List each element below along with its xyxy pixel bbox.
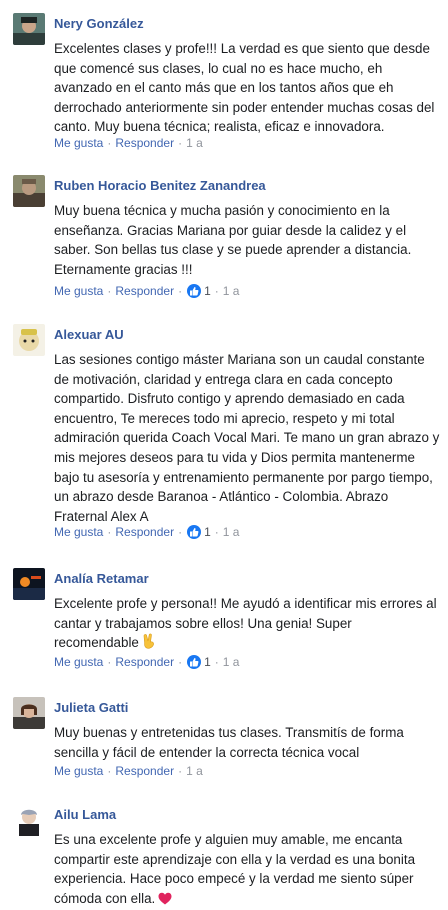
- comment-text: Es una excelente profe y alguien muy ama…: [54, 830, 440, 910]
- author-name[interactable]: Alexuar AU: [54, 327, 124, 342]
- separator: ·: [107, 284, 112, 298]
- like-link[interactable]: Me gusta: [54, 284, 103, 298]
- separator: ·: [214, 525, 219, 539]
- like-link[interactable]: Me gusta: [54, 655, 103, 669]
- separator: ·: [178, 136, 183, 150]
- reply-link[interactable]: Responder: [115, 655, 174, 669]
- reply-link[interactable]: Responder: [115, 764, 174, 778]
- avatar[interactable]: [13, 324, 45, 356]
- reaction-count[interactable]: 1: [204, 525, 211, 539]
- comment-text-content: Excelente profe y persona!! Me ayudó a i…: [54, 596, 437, 651]
- separator: ·: [178, 655, 183, 669]
- author-name[interactable]: Julieta Gatti: [54, 700, 128, 715]
- author-name[interactable]: Nery González: [54, 16, 144, 31]
- victory-hand-icon: [142, 633, 156, 655]
- comment-actions: Me gusta · Responder · 1 a: [54, 136, 203, 150]
- comment-actions: Me gusta · Responder · 1 · 1 a: [54, 284, 239, 298]
- separator: ·: [214, 284, 219, 298]
- comment-actions: Me gusta · Responder · 1 a: [54, 764, 203, 778]
- like-link[interactable]: Me gusta: [54, 764, 103, 778]
- reply-link[interactable]: Responder: [115, 284, 174, 298]
- author-name[interactable]: Analía Retamar: [54, 571, 149, 586]
- author-name[interactable]: Ailu Lama: [54, 807, 116, 822]
- avatar[interactable]: [13, 804, 45, 836]
- comment-text-content: Es una excelente profe y alguien muy ama…: [54, 832, 416, 906]
- comment-text: Muy buenas y entretenidas tus clases. Tr…: [54, 725, 404, 760]
- author-name[interactable]: Ruben Horacio Benitez Zanandrea: [54, 178, 266, 193]
- separator: ·: [107, 136, 112, 150]
- separator: ·: [178, 764, 183, 778]
- reply-link[interactable]: Responder: [115, 525, 174, 539]
- reply-link[interactable]: Responder: [115, 136, 174, 150]
- avatar[interactable]: [13, 13, 45, 45]
- reaction-count[interactable]: 1: [204, 284, 211, 298]
- comment-text: Muy buena técnica y mucha pasión y conoc…: [54, 203, 412, 277]
- separator: ·: [107, 525, 112, 539]
- timestamp[interactable]: 1 a: [186, 764, 203, 778]
- comment-actions: Me gusta · Responder · 1 · 1 a: [54, 655, 239, 669]
- thumbs-up-icon[interactable]: [187, 525, 202, 539]
- avatar[interactable]: [13, 697, 45, 729]
- thumbs-up-icon[interactable]: [187, 284, 202, 298]
- heart-icon: [158, 891, 172, 910]
- comment-actions: Me gusta · Responder · 1 · 1 a: [54, 525, 239, 539]
- comment-text: Excelente profe y persona!! Me ayudó a i…: [54, 594, 440, 655]
- separator: ·: [107, 764, 112, 778]
- timestamp[interactable]: 1 a: [186, 136, 203, 150]
- reaction-count[interactable]: 1: [204, 655, 211, 669]
- timestamp[interactable]: 1 a: [223, 284, 240, 298]
- thumbs-up-icon[interactable]: [187, 655, 202, 669]
- separator: ·: [107, 655, 112, 669]
- timestamp[interactable]: 1 a: [223, 525, 240, 539]
- avatar[interactable]: [13, 175, 45, 207]
- avatar[interactable]: [13, 568, 45, 600]
- comment-text: Excelentes clases y profe!!! La verdad e…: [54, 41, 435, 135]
- like-link[interactable]: Me gusta: [54, 136, 103, 150]
- comment-text: Las sesiones contigo máster Mariana son …: [54, 352, 440, 524]
- timestamp[interactable]: 1 a: [223, 655, 240, 669]
- separator: ·: [214, 655, 219, 669]
- like-link[interactable]: Me gusta: [54, 525, 103, 539]
- separator: ·: [178, 525, 183, 539]
- separator: ·: [178, 284, 183, 298]
